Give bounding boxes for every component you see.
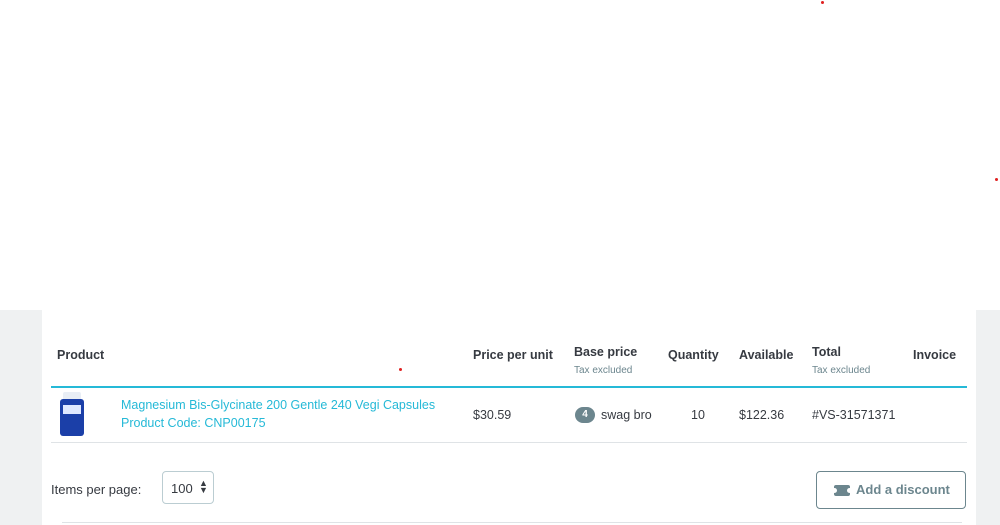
items-per-page-label: Items per page: <box>51 482 142 497</box>
table-header: Product Price per unit Base price Tax ex… <box>51 310 967 388</box>
divider <box>62 522 962 523</box>
header-total-sub: Tax excluded <box>812 365 871 376</box>
ticket-icon <box>832 485 852 496</box>
total-value: #VS-31571371 <box>812 408 896 422</box>
header-product: Product <box>57 348 105 362</box>
sort-arrows-icon: ▲ ▼ <box>199 478 208 495</box>
product-name-link[interactable]: Magnesium Bis-Glycinate 200 Gentle 240 V… <box>121 398 435 412</box>
product-code: Product Code: CNP00175 <box>121 416 266 430</box>
header-available: Available <box>739 348 794 362</box>
right-gutter <box>976 310 1000 525</box>
header-price-per-unit: Price per unit <box>473 348 553 362</box>
blank-area <box>0 0 1000 310</box>
add-discount-button[interactable]: Add a discount <box>816 471 966 509</box>
header-total: Total <box>812 345 841 359</box>
base-price-value: swag bro <box>601 408 652 422</box>
quantity-value: 10 <box>691 408 705 422</box>
items-per-page-value: 100 <box>171 481 193 496</box>
stray-dot <box>995 178 998 181</box>
bottle-label <box>63 405 81 414</box>
product-thumbnail[interactable] <box>60 392 84 436</box>
left-gutter <box>0 310 42 525</box>
base-price-badge: 4 <box>575 407 595 423</box>
order-products-panel: Product Price per unit Base price Tax ex… <box>42 310 976 525</box>
price-per-unit: $30.59 <box>473 408 512 422</box>
items-per-page-select[interactable]: 100 ▲ ▼ <box>162 471 214 504</box>
header-base-price-sub: Tax excluded <box>574 365 633 376</box>
stray-dot <box>821 1 824 4</box>
stray-dot <box>399 368 402 371</box>
header-quantity: Quantity <box>668 348 719 362</box>
header-invoice: Invoice <box>913 348 957 362</box>
header-base-price: Base price <box>574 345 638 359</box>
available-value: $122.36 <box>739 408 785 422</box>
add-discount-label: Add a discount <box>856 482 950 497</box>
table-row: Magnesium Bis-Glycinate 200 Gentle 240 V… <box>51 388 967 443</box>
